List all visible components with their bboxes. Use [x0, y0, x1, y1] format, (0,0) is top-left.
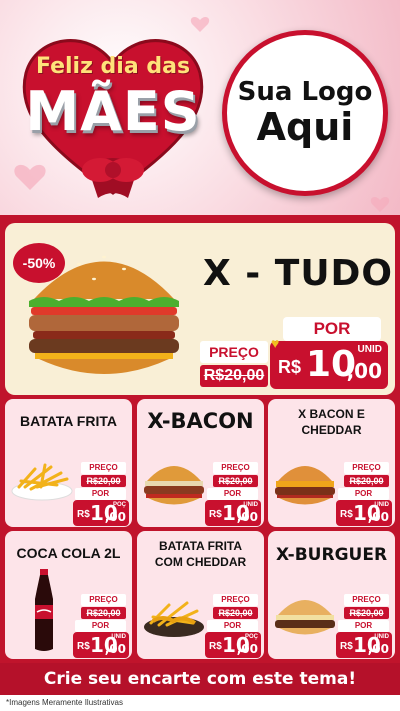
old-price: R$20,00: [81, 607, 126, 619]
featured-old-price-box: PREÇO R$20,00: [200, 341, 268, 389]
featured-price-cents: ,00: [346, 359, 382, 383]
price-label: PREÇO: [213, 462, 258, 474]
price-label: PREÇO: [344, 462, 389, 474]
product-name: X-BURGUER: [275, 545, 388, 565]
fries-cheddar-icon: [144, 601, 204, 637]
burger-icon: [275, 600, 335, 635]
unit: UNID: [243, 502, 258, 508]
product-card-coca-cola: COCA COLA 2L PREÇO R$20,00 POR R$ 10 UNI…: [5, 531, 132, 659]
product-card-x-burguer: X-BURGUER PREÇO R$20,00 POR R$ 10 UNID ,…: [268, 531, 395, 659]
product-card-batata-frita: BATATA FRITA PREÇO R$20,00 POR R$ 10 POÇ…: [5, 399, 132, 527]
cta-banner[interactable]: Crie seu encarte com este tema!: [0, 663, 400, 695]
price-cents: ,00: [236, 510, 258, 524]
price-cents: ,00: [104, 642, 126, 656]
price-tag: R$ 10 POÇ ,00: [73, 500, 129, 526]
featured-currency: R$: [278, 357, 302, 377]
featured-price-tag: R$ 10 UNID ,00: [270, 341, 388, 389]
featured-old-price: R$20,00: [200, 365, 268, 387]
price-label: PREÇO: [213, 594, 258, 606]
logo-line2: Aqui: [256, 105, 354, 150]
price-cents: ,00: [367, 510, 389, 524]
soda-bottle-icon: [35, 569, 53, 651]
product-card-x-bacon-cheddar: X BACON E CHEDDAR PREÇO R$20,00 POR R$ 1…: [268, 399, 395, 527]
logo-placeholder: Sua Logo Aqui: [222, 30, 388, 196]
old-price: R$20,00: [213, 607, 258, 619]
burger-icon: [144, 466, 204, 505]
unit: UNID: [374, 634, 389, 640]
old-price: R$20,00: [81, 475, 126, 487]
currency: R$: [209, 641, 222, 652]
featured-unit: UNID: [357, 344, 382, 355]
currency: R$: [77, 641, 90, 652]
unit: POÇ: [112, 502, 126, 508]
price-tag: R$ 10 UNID ,00: [73, 632, 129, 658]
por-label: POR: [207, 620, 258, 632]
por-label: POR: [75, 620, 126, 632]
old-price: R$20,00: [213, 475, 258, 487]
greeting-line2: MÃES: [25, 80, 201, 143]
featured-por-label: POR: [283, 317, 381, 341]
product-name: X BACON E CHEDDAR: [298, 407, 365, 437]
featured-product: -50% X - TUDO POR PREÇO R$20,00 R$ 10 UN…: [5, 223, 395, 395]
featured-preco-label: PREÇO: [200, 341, 268, 363]
price-tag: R$ 10 UNID ,00: [336, 632, 392, 658]
price-cents: ,00: [104, 510, 126, 524]
price-label: PREÇO: [81, 462, 126, 474]
currency: R$: [340, 509, 353, 520]
disclaimer-text: *Imagens Meramente Ilustrativas: [0, 695, 400, 711]
product-card-x-bacon: X-BACON PREÇO R$20,00 POR R$ 10 UNID ,00: [137, 399, 264, 527]
unit: UNID: [111, 634, 126, 640]
unit: POÇ: [244, 634, 258, 640]
price-cents: ,00: [236, 642, 258, 656]
burger-cheddar-icon: [275, 466, 335, 505]
price-tag: R$ 10 UNID ,00: [205, 500, 261, 526]
price-label: PREÇO: [81, 594, 126, 606]
price-tag: R$ 10 UNID ,00: [336, 500, 392, 526]
featured-product-name: X - TUDO: [203, 253, 394, 294]
greeting-line1: Feliz dia das: [35, 54, 191, 79]
product-name: COCA COLA 2L: [16, 545, 121, 561]
gold-heart-icon: ♥: [271, 335, 280, 351]
product-card-batata-cheddar: BATATA FRITA COM CHEDDAR PREÇO R$20,00 P…: [137, 531, 264, 659]
por-label: POR: [338, 488, 389, 500]
unit: UNID: [374, 502, 389, 508]
logo-line1: Sua Logo: [237, 77, 373, 108]
por-label: POR: [338, 620, 389, 632]
fries-icon: [11, 463, 73, 501]
currency: R$: [340, 641, 353, 652]
por-label: POR: [207, 488, 258, 500]
mothers-day-badge: Feliz dia das MÃES: [8, 18, 218, 208]
old-price: R$20,00: [344, 607, 389, 619]
currency: R$: [77, 509, 90, 520]
price-tag: R$ 10 POÇ ,00: [205, 632, 261, 658]
por-label: POR: [75, 488, 126, 500]
price-label: PREÇO: [344, 594, 389, 606]
product-name: BATATA FRITA COM CHEDDAR: [154, 539, 247, 569]
product-name: BATATA FRITA: [20, 413, 117, 429]
header: Feliz dia das MÃES Sua Logo Aqui: [0, 0, 400, 215]
menu-area: -50% X - TUDO POR PREÇO R$20,00 R$ 10 UN…: [0, 215, 400, 711]
currency: R$: [209, 509, 222, 520]
old-price: R$20,00: [344, 475, 389, 487]
product-name: X-BACON: [147, 409, 254, 433]
discount-badge: -50%: [13, 243, 65, 283]
price-cents: ,00: [367, 642, 389, 656]
